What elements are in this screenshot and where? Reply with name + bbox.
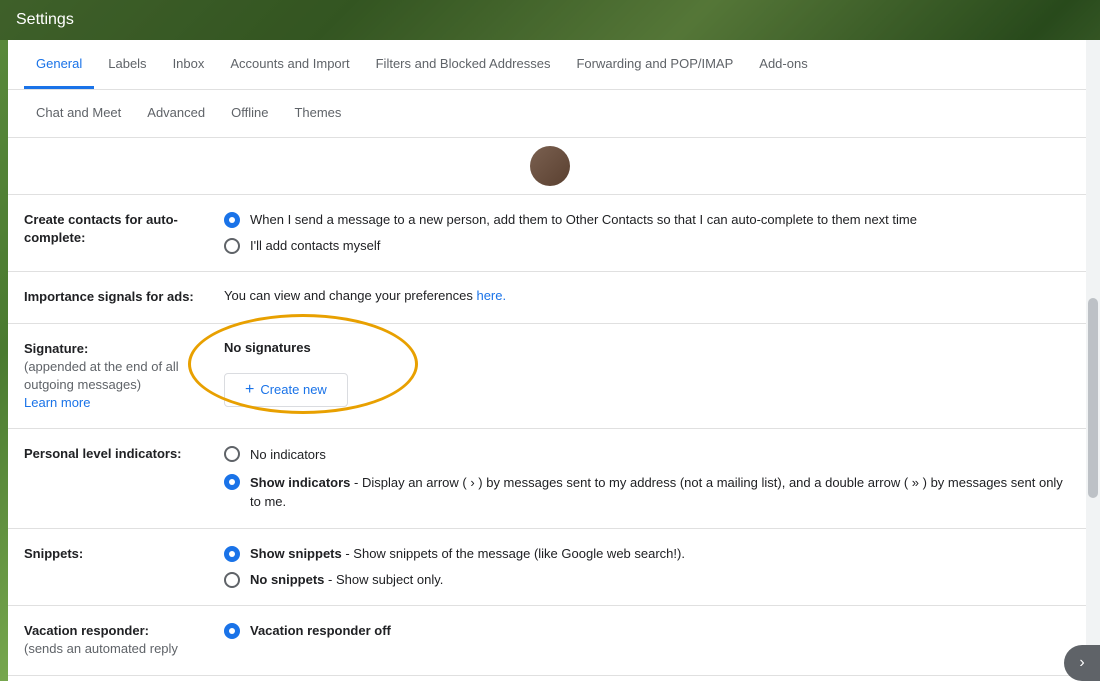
settings-content: Create contacts for auto-complete: When … xyxy=(8,195,1092,681)
settings-panel: General Labels Inbox Accounts and Import… xyxy=(8,40,1092,681)
create-contacts-control: When I send a message to a new person, a… xyxy=(224,211,1076,255)
show-indicators-desc: - Display an arrow ( › ) by messages sen… xyxy=(250,475,1063,510)
tabs-row2: Chat and Meet Advanced Offline Themes xyxy=(8,90,1092,138)
radio-no-snippets-text: No snippets - Show subject only. xyxy=(250,571,443,589)
tab-forwarding-pop-imap[interactable]: Forwarding and POP/IMAP xyxy=(564,40,745,89)
signature-label: Signature: (appended at the end of all o… xyxy=(24,340,224,413)
scrollbar-thumb[interactable] xyxy=(1088,298,1098,498)
scroll-right-button[interactable]: › xyxy=(1064,645,1100,681)
create-new-label: Create new xyxy=(260,382,326,397)
importance-signals-text: You can view and change your preferences xyxy=(224,288,476,303)
radio-vacation-off-circle[interactable] xyxy=(224,623,240,639)
radio-auto-add[interactable]: When I send a message to a new person, a… xyxy=(224,211,1076,229)
tabs-row1: General Labels Inbox Accounts and Import… xyxy=(8,40,1092,90)
show-snippets-bold: Show snippets xyxy=(250,546,342,561)
importance-signals-control: You can view and change your preferences… xyxy=(224,288,1076,303)
tab-advanced[interactable]: Advanced xyxy=(135,90,217,137)
snippets-label: Snippets: xyxy=(24,545,224,563)
tab-accounts-import[interactable]: Accounts and Import xyxy=(218,40,361,89)
vacation-responder-label-text: Vacation responder: xyxy=(24,623,149,638)
radio-vacation-off-text: Vacation responder off xyxy=(250,622,391,640)
radio-show-indicators[interactable]: Show indicators - Display an arrow ( › )… xyxy=(224,473,1076,512)
signature-control: No signatures + Create new xyxy=(224,340,1076,407)
tab-filters-blocked[interactable]: Filters and Blocked Addresses xyxy=(364,40,563,89)
radio-vacation-off[interactable]: Vacation responder off xyxy=(224,622,1076,640)
snippets-row: Snippets: Show snippets - Show snippets … xyxy=(8,529,1092,606)
tab-themes[interactable]: Themes xyxy=(282,90,353,137)
create-contacts-label: Create contacts for auto-complete: xyxy=(24,211,224,247)
tab-offline[interactable]: Offline xyxy=(219,90,280,137)
radio-show-snippets[interactable]: Show snippets - Show snippets of the mes… xyxy=(224,545,1076,563)
vacation-responder-row: Vacation responder: (sends an automated … xyxy=(8,606,1092,675)
radio-auto-add-circle[interactable] xyxy=(224,212,240,228)
radio-show-indicators-text: Show indicators - Display an arrow ( › )… xyxy=(250,473,1076,512)
radio-auto-add-text: When I send a message to a new person, a… xyxy=(250,211,917,229)
signature-sublabel: (appended at the end of all outgoing mes… xyxy=(24,359,179,392)
personal-level-control: No indicators Show indicators - Display … xyxy=(224,445,1076,512)
tab-inbox[interactable]: Inbox xyxy=(161,40,217,89)
tab-general[interactable]: General xyxy=(24,40,94,89)
signature-label-text: Signature: xyxy=(24,341,88,356)
radio-show-snippets-text: Show snippets - Show snippets of the mes… xyxy=(250,545,685,563)
radio-no-indicators-circle[interactable] xyxy=(224,446,240,462)
signature-learn-more-link[interactable]: Learn more xyxy=(24,395,90,410)
tab-labels[interactable]: Labels xyxy=(96,40,158,89)
radio-manual-add-text: I'll add contacts myself xyxy=(250,237,380,255)
chevron-right-icon: › xyxy=(1079,654,1084,672)
no-snippets-desc: - Show subject only. xyxy=(324,572,443,587)
vacation-responder-control: Vacation responder off xyxy=(224,622,1076,640)
avatar xyxy=(530,146,570,186)
create-new-signature-button[interactable]: + Create new xyxy=(224,373,348,407)
show-indicators-bold: Show indicators xyxy=(250,475,350,490)
tab-chat-meet[interactable]: Chat and Meet xyxy=(24,90,133,137)
importance-signals-link[interactable]: here. xyxy=(476,288,506,303)
vacation-responder-label: Vacation responder: (sends an automated … xyxy=(24,622,224,658)
radio-no-indicators[interactable]: No indicators xyxy=(224,445,1076,465)
no-snippets-bold: No snippets xyxy=(250,572,324,587)
radio-no-indicators-text: No indicators xyxy=(250,445,326,465)
title-bar-text: Settings xyxy=(16,11,74,29)
plus-icon: + xyxy=(245,381,254,399)
create-contacts-row: Create contacts for auto-complete: When … xyxy=(8,195,1092,272)
personal-level-label: Personal level indicators: xyxy=(24,445,224,463)
signature-row: Signature: (appended at the end of all o… xyxy=(8,324,1092,430)
radio-show-snippets-circle[interactable] xyxy=(224,546,240,562)
importance-signals-row: Importance signals for ads: You can view… xyxy=(8,272,1092,323)
radio-manual-add-circle[interactable] xyxy=(224,238,240,254)
personal-level-row: Personal level indicators: No indicators… xyxy=(8,429,1092,529)
title-bar: Settings xyxy=(0,0,1100,40)
radio-manual-add[interactable]: I'll add contacts myself xyxy=(224,237,1076,255)
show-snippets-desc: - Show snippets of the message (like Goo… xyxy=(342,546,685,561)
tab-add-ons[interactable]: Add-ons xyxy=(747,40,819,89)
scrollbar[interactable] xyxy=(1086,40,1100,681)
avatar-area xyxy=(8,138,1092,195)
importance-signals-label: Importance signals for ads: xyxy=(24,288,224,306)
snippets-control: Show snippets - Show snippets of the mes… xyxy=(224,545,1076,589)
no-signatures-text: No signatures xyxy=(224,340,1076,355)
vacation-responder-sublabel: (sends an automated reply xyxy=(24,641,178,656)
radio-show-indicators-circle[interactable] xyxy=(224,474,240,490)
radio-no-snippets[interactable]: No snippets - Show subject only. xyxy=(224,571,1076,589)
radio-no-snippets-circle[interactable] xyxy=(224,572,240,588)
